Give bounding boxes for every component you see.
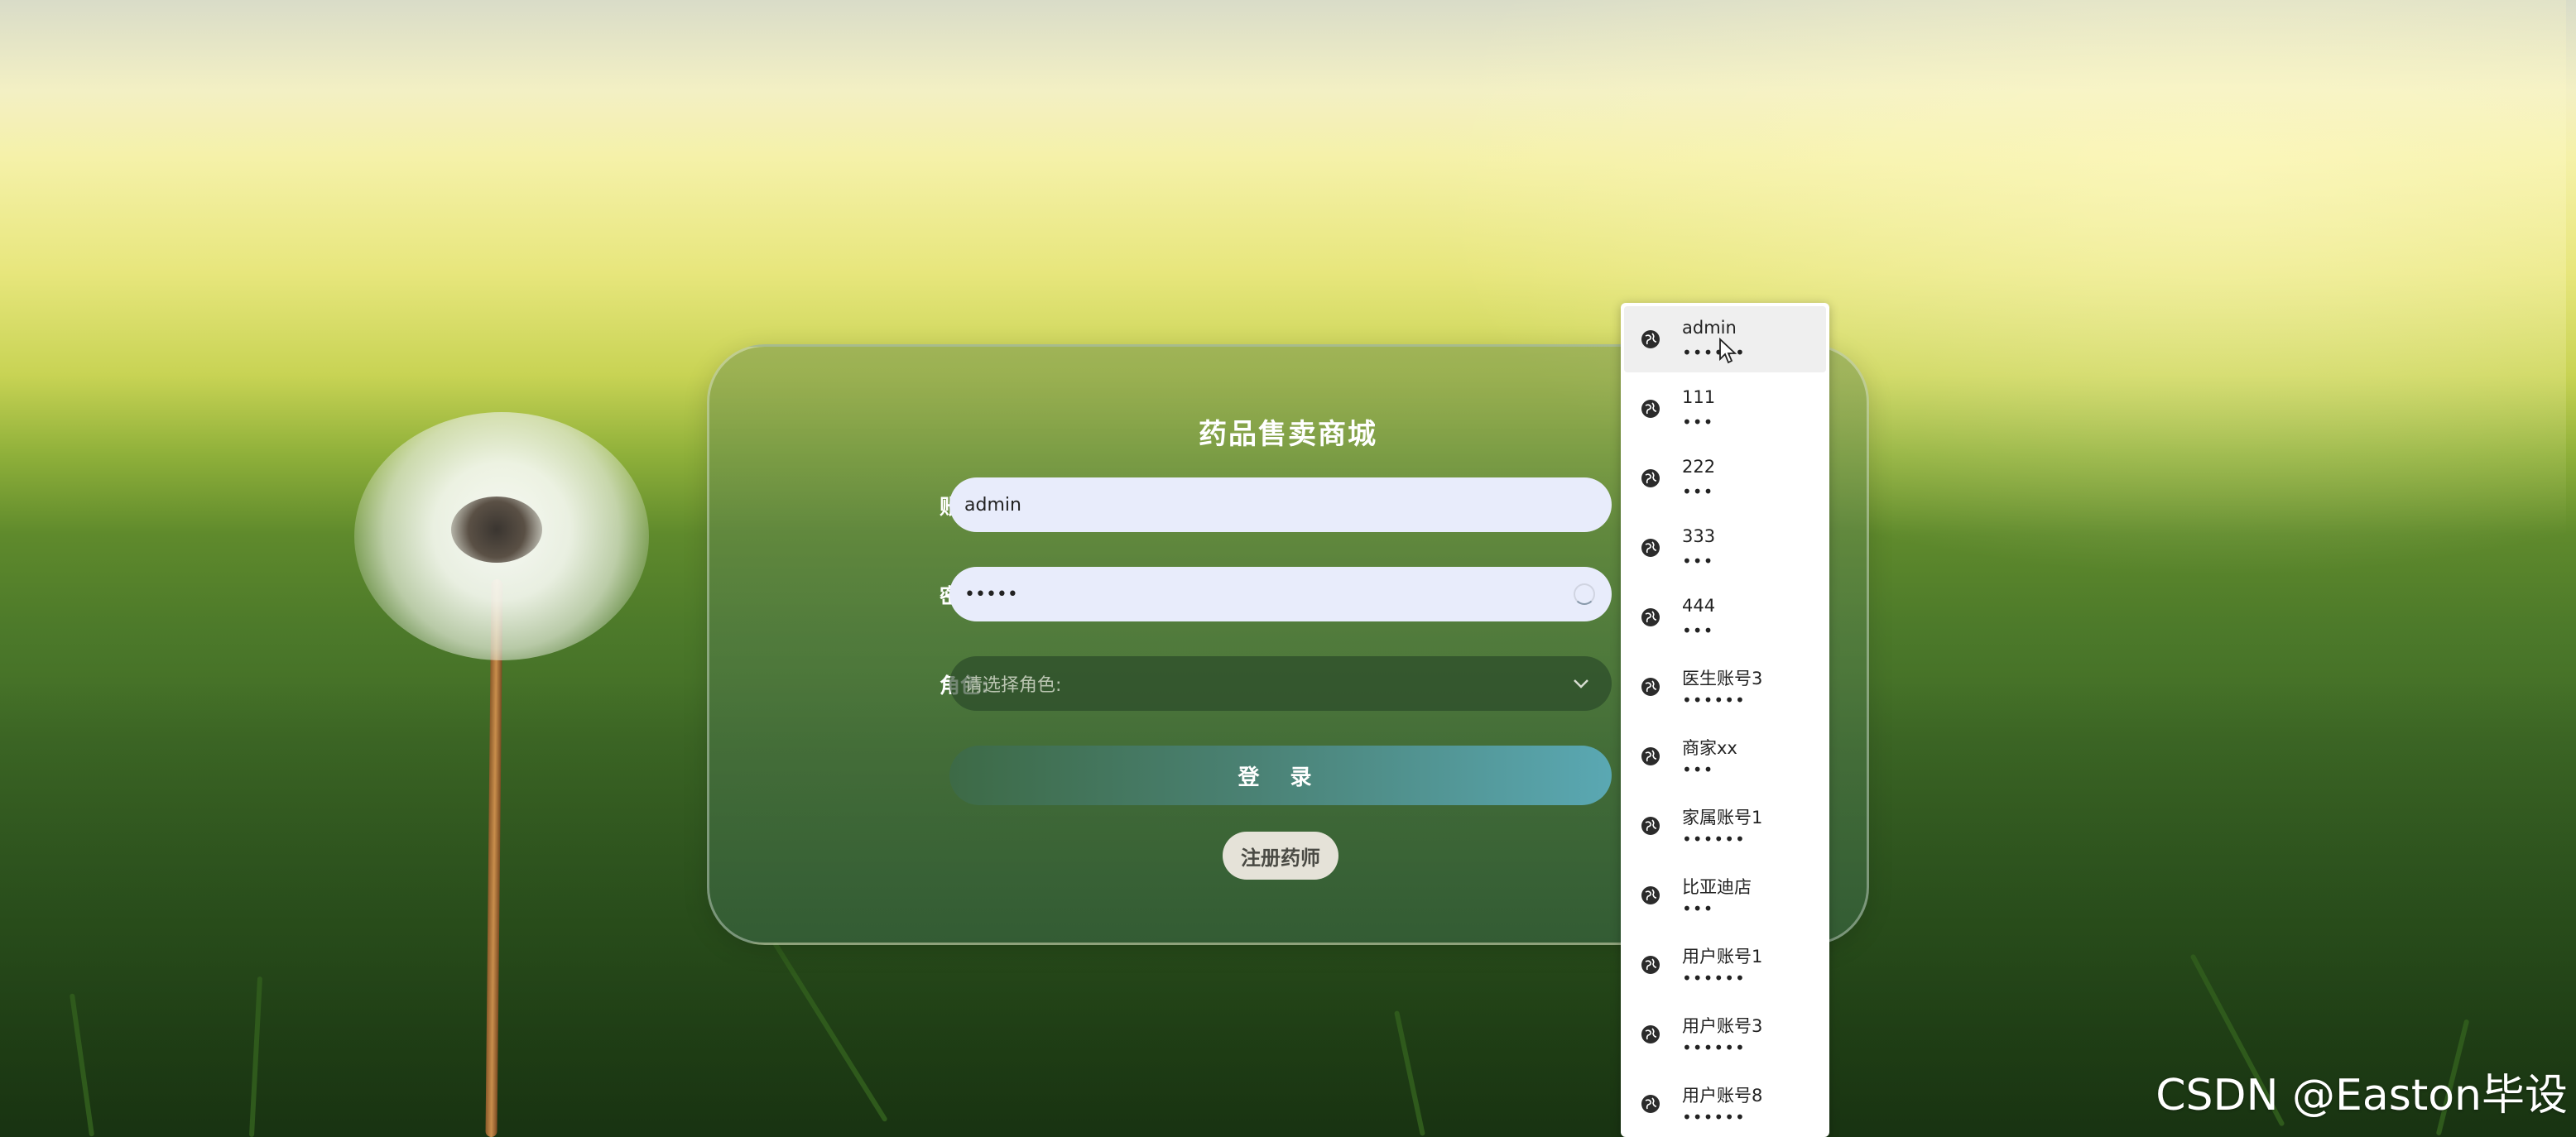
autocomplete-username: 比亚迪店 bbox=[1682, 877, 1752, 897]
dandelion-core bbox=[451, 497, 542, 563]
globe-icon bbox=[1641, 330, 1660, 348]
autocomplete-username: 商家xx bbox=[1682, 738, 1737, 758]
globe-icon bbox=[1641, 469, 1660, 487]
login-button[interactable]: 登 录 bbox=[949, 746, 1612, 805]
mouse-cursor-icon bbox=[1719, 338, 1737, 364]
autocomplete-item[interactable]: 商家xx ••• bbox=[1624, 723, 1826, 789]
account-input[interactable]: admin bbox=[949, 477, 1612, 532]
chevron-down-icon bbox=[1569, 671, 1593, 696]
autocomplete-item[interactable]: 用户账号3 •••••• bbox=[1624, 1001, 1826, 1067]
autocomplete-item[interactable]: 用户账号8 •••••• bbox=[1624, 1071, 1826, 1137]
autocomplete-password: ••• bbox=[1682, 621, 1714, 640]
autocomplete-item[interactable]: 444 ••• bbox=[1624, 584, 1826, 650]
register-pharmacist-button[interactable]: 注册药师 bbox=[1223, 832, 1338, 880]
globe-icon bbox=[1641, 1095, 1660, 1113]
globe-icon bbox=[1641, 539, 1660, 557]
autocomplete-item[interactable]: 333 ••• bbox=[1624, 515, 1826, 581]
autocomplete-username: 用户账号8 bbox=[1682, 1086, 1763, 1106]
autocomplete-item[interactable]: 医生账号3 •••••• bbox=[1624, 654, 1826, 720]
globe-icon bbox=[1641, 747, 1660, 765]
autocomplete-username: 111 bbox=[1682, 387, 1716, 407]
globe-icon bbox=[1641, 886, 1660, 904]
autocomplete-username: 家属账号1 bbox=[1682, 808, 1763, 828]
autocomplete-item[interactable]: 222 ••• bbox=[1624, 445, 1826, 511]
globe-icon bbox=[1641, 678, 1660, 696]
autocomplete-password: •••••• bbox=[1682, 1107, 1746, 1127]
autocomplete-username: 444 bbox=[1682, 596, 1716, 616]
autocomplete-password: •••••• bbox=[1682, 829, 1746, 849]
autocomplete-password: ••• bbox=[1682, 482, 1714, 501]
account-input-value: admin bbox=[964, 494, 1021, 516]
autocomplete-password: ••• bbox=[1682, 760, 1714, 780]
globe-icon bbox=[1641, 817, 1660, 835]
autocomplete-item[interactable]: 比亚迪店 ••• bbox=[1624, 862, 1826, 928]
password-input[interactable]: ••••• bbox=[949, 567, 1612, 621]
autocomplete-username: 333 bbox=[1682, 526, 1716, 546]
autocomplete-password: ••• bbox=[1682, 899, 1714, 919]
globe-icon bbox=[1641, 956, 1660, 974]
login-page: 药品售卖商城 账号: admin 密码: ••••• 角色: 请选择角色: 登 … bbox=[0, 0, 2576, 1137]
autocomplete-username: admin bbox=[1682, 318, 1737, 338]
loading-spinner-icon bbox=[1574, 583, 1595, 605]
autocomplete-item[interactable]: 用户账号1 •••••• bbox=[1624, 932, 1826, 998]
watermark: CSDN @Easton毕设 bbox=[2155, 1071, 2568, 1120]
autocomplete-password: •••••• bbox=[1682, 690, 1746, 710]
password-input-value: ••••• bbox=[964, 583, 1018, 605]
role-select-placeholder: 请选择角色: bbox=[964, 675, 1062, 696]
autocomplete-item[interactable]: 家属账号1 •••••• bbox=[1624, 793, 1826, 859]
autocomplete-username: 医生账号3 bbox=[1682, 669, 1763, 688]
autocomplete-username: 222 bbox=[1682, 457, 1716, 477]
role-select[interactable]: 请选择角色: bbox=[949, 656, 1612, 711]
autocomplete-password: ••• bbox=[1682, 412, 1714, 432]
globe-icon bbox=[1641, 608, 1660, 626]
globe-icon bbox=[1641, 400, 1660, 418]
autocomplete-password: •••••• bbox=[1682, 1038, 1746, 1058]
autocomplete-username: 用户账号1 bbox=[1682, 947, 1763, 967]
autocomplete-dropdown: admin •••••• 111 ••• 222 ••• 333 ••• 444… bbox=[1621, 303, 1829, 1137]
autocomplete-password: •••••• bbox=[1682, 968, 1746, 988]
autocomplete-password: ••• bbox=[1682, 551, 1714, 571]
autocomplete-item[interactable]: 111 ••• bbox=[1624, 376, 1826, 442]
autocomplete-username: 用户账号3 bbox=[1682, 1016, 1763, 1036]
globe-icon bbox=[1641, 1025, 1660, 1043]
